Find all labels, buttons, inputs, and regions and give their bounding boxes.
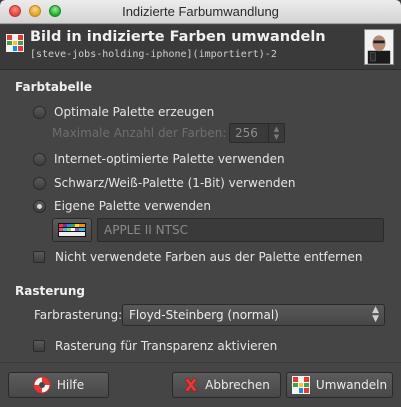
radio-button[interactable]	[33, 105, 46, 119]
checkbox[interactable]	[33, 340, 45, 352]
radio-label: Optimale Palette erzeugen	[54, 105, 215, 119]
radio-web-palette[interactable]: Internet-optimierte Palette verwenden	[33, 150, 285, 168]
spinner-up-icon[interactable]: ▲	[269, 125, 284, 133]
spinner-down-icon[interactable]: ▼	[269, 133, 284, 141]
max-colors-label: Maximale Anzahl der Farben:	[52, 126, 227, 140]
remove-unused-colors-checkbox[interactable]: Nicht verwendete Farben aus der Palette …	[33, 248, 362, 266]
color-dithering-select[interactable]: Floyd-Steinberg (normal) ▲ ▼	[122, 304, 385, 326]
radio-custom-palette[interactable]: Eigene Palette verwenden	[33, 197, 211, 215]
convert-button-label: Umwandeln	[315, 378, 388, 392]
max-colors-spinner[interactable]: 256 ▲ ▼	[229, 123, 285, 143]
palette-select-button[interactable]	[52, 218, 92, 242]
transparency-dithering-checkbox[interactable]: Rasterung für Transparenz aktivieren	[33, 337, 277, 355]
checkbox-label: Nicht verwendete Farben aus der Palette …	[55, 250, 363, 264]
palette-name-field[interactable]: APPLE II NTSC	[97, 218, 384, 242]
cancel-button[interactable]: Abbrechen	[172, 372, 281, 398]
indexed-color-icon	[291, 376, 310, 394]
color-dithering-label: Farbrasterung:	[34, 308, 123, 322]
dithering-section-label: Rasterung	[15, 284, 85, 298]
indexed-color-icon	[6, 34, 24, 52]
radio-mono-palette[interactable]: Schwarz/Weiß-Palette (1-Bit) verwenden	[33, 174, 295, 192]
checkbox-label: Rasterung für Transparenz aktivieren	[55, 339, 278, 353]
radio-label: Eigene Palette verwenden	[54, 199, 211, 213]
radio-optimal-palette[interactable]: Optimale Palette erzeugen	[33, 103, 214, 121]
radio-button[interactable]	[33, 152, 46, 166]
radio-label: Schwarz/Weiß-Palette (1-Bit) verwenden	[54, 176, 296, 190]
select-updown-icon: ▲ ▼	[372, 305, 379, 324]
color-dithering-value: Floyd-Steinberg (normal)	[129, 308, 279, 322]
help-button-label: Hilfe	[56, 378, 85, 392]
lifebuoy-icon	[33, 376, 51, 394]
dialog-heading: Bild in indizierte Farben umwandeln	[30, 29, 326, 45]
convert-button[interactable]: Umwandeln	[286, 372, 393, 398]
palette-swatch-icon	[58, 223, 86, 237]
image-name: [steve-jobs-holding-iphone](importiert)-…	[30, 49, 277, 60]
radio-button[interactable]	[33, 176, 46, 190]
checkbox[interactable]	[33, 251, 45, 263]
dialog-window: Indizierte Farbumwandlung Bild in indizi…	[0, 0, 401, 407]
cancel-button-label: Abbrechen	[205, 378, 270, 392]
max-colors-value: 256	[235, 126, 258, 140]
image-thumbnail	[364, 29, 394, 65]
dialog-header: Bild in indizierte Farben umwandeln [ste…	[0, 25, 401, 70]
title-bar[interactable]: Indizierte Farbumwandlung	[0, 0, 401, 24]
radio-button[interactable]	[33, 199, 46, 213]
window-title: Indizierte Farbumwandlung	[122, 4, 279, 19]
radio-label: Internet-optimierte Palette verwenden	[54, 152, 285, 166]
cancel-x-icon	[184, 377, 198, 393]
colormap-section-label: Farbtabelle	[15, 80, 93, 94]
button-separator	[0, 362, 401, 363]
spinner-arrows[interactable]: ▲ ▼	[268, 124, 284, 142]
help-button[interactable]: Hilfe	[8, 372, 109, 398]
